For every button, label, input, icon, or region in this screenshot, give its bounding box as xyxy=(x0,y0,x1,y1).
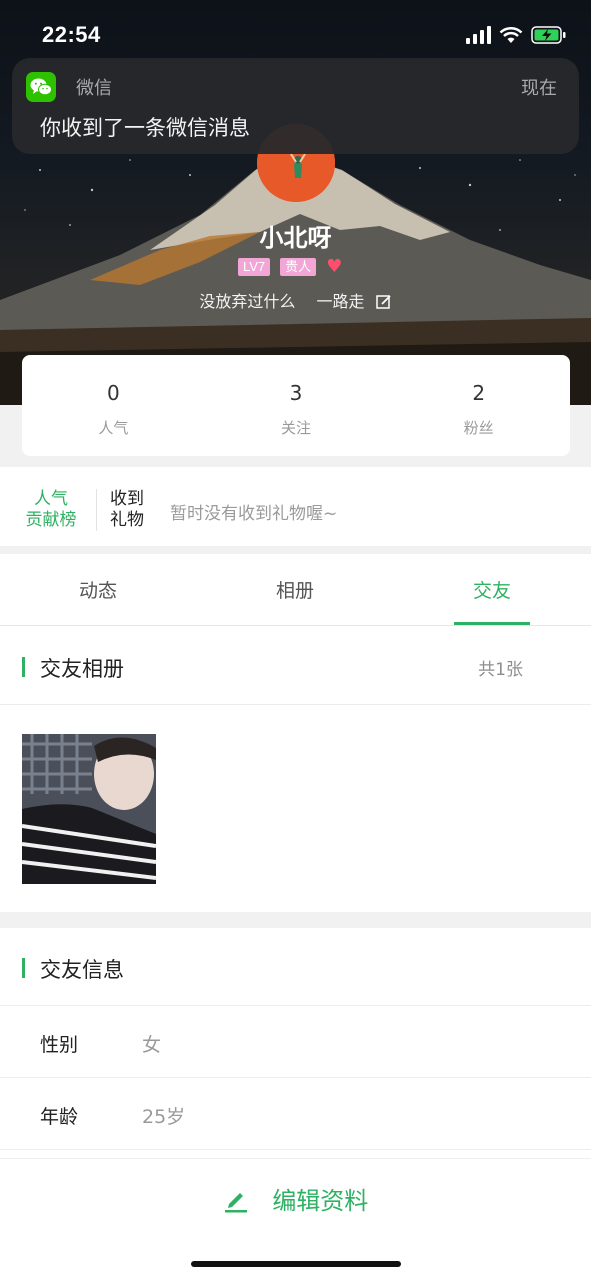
stat-label: 人气 xyxy=(98,419,129,437)
album-count: 共1张 xyxy=(478,660,523,680)
info-value: 女 xyxy=(142,1034,162,1056)
album-grid xyxy=(0,706,591,912)
home-indicator[interactable] xyxy=(191,1261,401,1267)
gift-received-line1: 收到 xyxy=(110,489,144,509)
level-badge: LV7 xyxy=(238,258,271,276)
signature-line[interactable]: 没放弃过什么 一路走 xyxy=(0,288,591,312)
info-label: 性别 xyxy=(40,1034,79,1056)
gift-rank-line2: 贡献榜 xyxy=(25,510,77,530)
edit-icon[interactable] xyxy=(375,294,392,310)
gift-empty-text: 暂时没有收到礼物喔~ xyxy=(170,504,338,524)
gift-rank-line1: 人气 xyxy=(34,489,68,509)
username: 小北呀 xyxy=(259,224,332,252)
contribution-ranking-link[interactable]: 人气 贡献榜 xyxy=(22,489,80,531)
edit-profile-button[interactable]: 编辑资料 xyxy=(0,1181,591,1216)
notification-time: 现在 xyxy=(521,78,557,99)
album-photo[interactable] xyxy=(22,734,156,884)
cellular-signal-icon xyxy=(466,26,491,44)
gift-received-line2: 礼物 xyxy=(110,510,144,530)
status-icons xyxy=(466,24,567,46)
stat-following[interactable]: 3 关注 xyxy=(205,355,388,456)
section-accent-bar xyxy=(22,657,25,677)
signature-text: 没放弃过什么 一路走 xyxy=(199,292,365,311)
received-gifts-label: 收到 礼物 xyxy=(110,489,150,531)
user-badges: LV7 贵人 ♥ xyxy=(238,258,342,276)
wechat-icon xyxy=(26,72,56,102)
stat-popularity[interactable]: 0 人气 xyxy=(22,355,205,456)
profile-tabs: 动态 相册 交友 xyxy=(0,554,591,626)
section-gap xyxy=(0,912,591,928)
notification-app-name: 微信 xyxy=(76,78,112,99)
album-title: 交友相册 xyxy=(40,657,124,681)
stat-value: 3 xyxy=(289,381,303,405)
stat-fans[interactable]: 2 粉丝 xyxy=(387,355,570,456)
tab-dating[interactable]: 交友 xyxy=(432,576,552,603)
status-time: 22:54 xyxy=(42,22,101,47)
gift-row[interactable]: 人气 贡献榜 收到 礼物 暂时没有收到礼物喔~ xyxy=(0,467,591,546)
section-gap xyxy=(0,546,591,554)
status-bar: 22:54 xyxy=(0,0,591,60)
edit-profile-label: 编辑资料 xyxy=(272,1187,369,1215)
wifi-icon xyxy=(499,26,523,43)
section-accent-bar xyxy=(22,958,25,978)
notification-banner[interactable]: 微信 现在 你收到了一条微信消息 xyxy=(12,58,579,154)
info-value: 25岁 xyxy=(142,1106,186,1128)
info-row-age: 年龄 25岁 xyxy=(0,1078,591,1150)
rank-badge: 贵人 xyxy=(280,258,317,276)
divider xyxy=(96,489,97,531)
active-tab-indicator xyxy=(454,622,530,625)
stat-value: 0 xyxy=(106,381,120,405)
info-row-gender: 性别 女 xyxy=(0,1006,591,1078)
stat-label: 粉丝 xyxy=(463,419,494,437)
battery-charging-icon xyxy=(531,26,566,44)
heart-icon: ♥ xyxy=(326,256,343,277)
notification-message: 你收到了一条微信消息 xyxy=(40,116,250,140)
stats-card: 0 人气 3 关注 2 粉丝 xyxy=(22,355,570,456)
tab-album[interactable]: 相册 xyxy=(235,576,355,603)
tab-moments[interactable]: 动态 xyxy=(38,576,158,603)
info-section-header: 交友信息 xyxy=(0,928,591,1006)
info-label: 年龄 xyxy=(40,1106,79,1128)
stat-label: 关注 xyxy=(281,419,312,437)
pencil-icon xyxy=(224,1193,247,1213)
info-title: 交友信息 xyxy=(40,958,124,982)
album-section-header: 交友相册 共1张 xyxy=(0,627,591,705)
stat-value: 2 xyxy=(472,381,486,405)
